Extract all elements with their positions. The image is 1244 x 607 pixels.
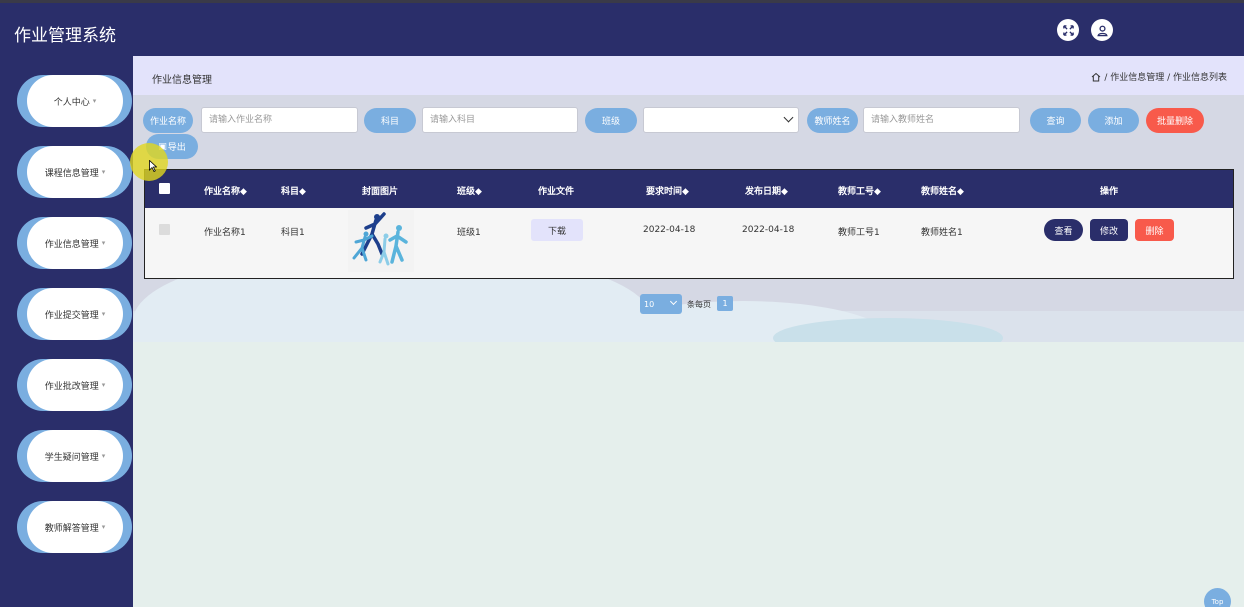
page-number-button[interactable]: 1 (717, 296, 733, 311)
sidebar-item-course-management[interactable]: 课程信息管理 ▾ (17, 146, 132, 198)
cell-teacher-name: 教师姓名1 (921, 228, 963, 238)
page-size-select[interactable]: 10 (640, 294, 682, 314)
page-title: 作业信息管理 (152, 75, 212, 86)
download-button[interactable]: 下载 (531, 219, 583, 241)
cursor-icon (149, 160, 157, 172)
user-icon[interactable] (1091, 19, 1113, 41)
row-checkbox[interactable] (159, 224, 170, 235)
breadcrumb-bar: 作业信息管理 / 作业信息管理 / 作业信息列表 (133, 56, 1244, 95)
query-button[interactable]: 查询 (1030, 108, 1081, 133)
cell-due-time: 2022-04-18 (643, 225, 696, 235)
sidebar-item-homework-management[interactable]: 作业信息管理 ▾ (17, 217, 132, 269)
chevron-down-icon: ▾ (101, 168, 106, 176)
app-title: 作业管理系统 (14, 26, 116, 46)
table-header: 作业名称◆ 科目◆ 封面图片 班级◆ 作业文件 要求时间◆ 发布日期◆ 教师工号… (145, 170, 1233, 208)
add-button[interactable]: 添加 (1088, 108, 1139, 133)
chevron-down-icon: ▾ (101, 452, 106, 460)
batch-delete-button[interactable]: 批量删除 (1146, 108, 1204, 133)
homework-table: 作业名称◆ 科目◆ 封面图片 班级◆ 作业文件 要求时间◆ 发布日期◆ 教师工号… (144, 169, 1234, 279)
fullscreen-icon[interactable] (1057, 19, 1079, 41)
teacher-name-input[interactable] (863, 107, 1020, 133)
column-header-actions: 操作 (1100, 187, 1119, 197)
sidebar-item-label: 学生疑问管理 (44, 452, 99, 463)
column-header-cover: 封面图片 (362, 187, 399, 197)
cell-class: 班级1 (457, 228, 481, 238)
breadcrumb-path: / 作业信息管理 / 作业信息列表 (1104, 73, 1227, 83)
view-button[interactable]: 查看 (1044, 219, 1083, 241)
page-size-value: 10 (644, 299, 655, 309)
class-select[interactable] (643, 107, 799, 133)
sidebar-item-submission-management[interactable]: 作业提交管理 ▾ (17, 288, 132, 340)
column-header-name[interactable]: 作业名称◆ (204, 184, 247, 197)
column-header-publish-date[interactable]: 发布日期◆ (745, 184, 788, 197)
cell-teacher-id: 教师工号1 (838, 228, 880, 238)
chevron-down-icon: ▾ (101, 523, 106, 531)
top-bar: 作业管理系统 (0, 0, 1244, 56)
teacher-name-label: 教师姓名 (807, 108, 858, 133)
sidebar-item-label: 教师解答管理 (44, 523, 99, 534)
sidebar-item-label: 作业提交管理 (44, 310, 99, 321)
cell-name: 作业名称1 (204, 228, 246, 238)
main-content: 作业信息管理 / 作业信息管理 / 作业信息列表 作业名称 科目 班级 教师姓名… (133, 56, 1244, 342)
chevron-down-icon (783, 112, 794, 123)
sidebar-item-grading-management[interactable]: 作业批改管理 ▾ (17, 359, 132, 411)
home-icon[interactable] (1091, 72, 1101, 82)
column-header-teacher-id[interactable]: 教师工号◆ (838, 184, 881, 197)
page-size-label: 条每页 (687, 300, 711, 309)
sidebar-item-personal-center[interactable]: 个人中心 ▾ (17, 75, 132, 127)
sidebar: 个人中心 ▾ 课程信息管理 ▾ 作业信息管理 ▾ 作业提交管理 ▾ 作业批改管理 ▾ 学生… (0, 56, 133, 607)
column-header-file: 作业文件 (538, 187, 575, 197)
column-header-due-time[interactable]: 要求时间◆ (646, 184, 689, 197)
cell-subject: 科目1 (281, 228, 305, 238)
cover-image (348, 210, 414, 272)
cell-publish-date: 2022-04-18 (742, 225, 795, 235)
export-label: 导出 (167, 143, 186, 153)
subject-label: 科目 (364, 108, 416, 133)
delete-button[interactable]: 删除 (1135, 219, 1174, 241)
sidebar-item-label: 作业信息管理 (44, 239, 99, 250)
chevron-down-icon: ▾ (92, 97, 97, 105)
select-all-checkbox[interactable] (159, 183, 170, 194)
sidebar-item-answer-management[interactable]: 教师解答管理 ▾ (17, 501, 132, 553)
class-label: 班级 (585, 108, 637, 133)
sidebar-item-label: 课程信息管理 (44, 168, 99, 179)
column-header-class[interactable]: 班级◆ (457, 184, 482, 197)
chevron-down-icon: ▾ (101, 239, 106, 247)
subject-input[interactable] (422, 107, 578, 133)
sidebar-item-question-management[interactable]: 学生疑问管理 ▾ (17, 430, 132, 482)
column-header-subject[interactable]: 科目◆ (281, 184, 306, 197)
homework-name-input[interactable] (201, 107, 358, 133)
chevron-down-icon: ▾ (101, 381, 106, 389)
sidebar-item-label: 作业批改管理 (44, 381, 99, 392)
chevron-down-icon: ▾ (101, 310, 106, 318)
edit-button[interactable]: 修改 (1090, 219, 1128, 241)
homework-name-label: 作业名称 (143, 108, 193, 133)
sidebar-item-label: 个人中心 (53, 97, 90, 108)
breadcrumb: / 作业信息管理 / 作业信息列表 (1091, 70, 1227, 83)
column-header-teacher-name[interactable]: 教师姓名◆ (921, 184, 964, 197)
back-to-top-button[interactable]: Top (1204, 588, 1231, 607)
chevron-down-icon (669, 297, 678, 306)
